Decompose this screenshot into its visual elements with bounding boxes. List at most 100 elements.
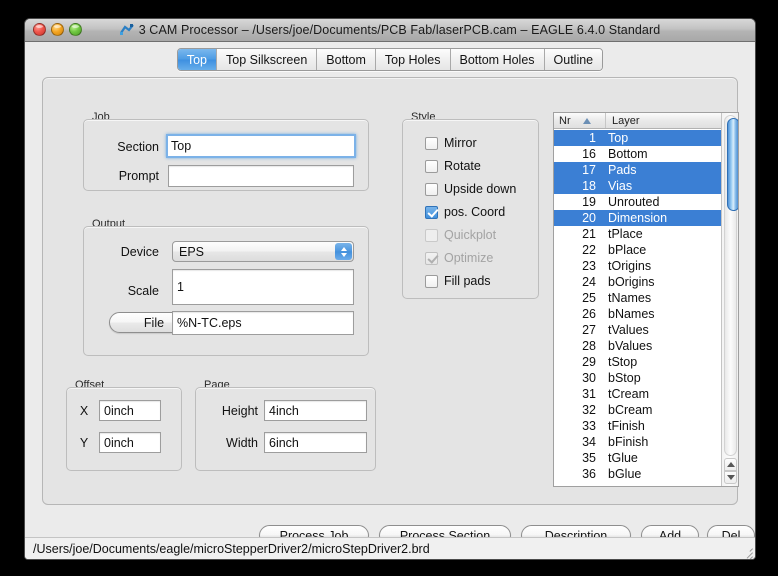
checkbox-mirror[interactable]: Mirror [425,136,477,150]
table-row[interactable]: 31 tCream [554,386,722,402]
tab-top-silkscreen[interactable]: Top Silkscreen [217,49,318,70]
tab-group: Top Top Silkscreen Bottom Top Holes Bott… [176,48,604,71]
scroll-up-button[interactable] [724,458,737,471]
tab-bottom[interactable]: Bottom [317,49,376,70]
scrollbar-thumb[interactable] [727,118,738,211]
page-group: Height 4inch Width 6inch [195,387,376,471]
layer-nr: 20 [582,211,596,225]
offset-x-input[interactable]: 0inch [99,400,161,421]
checkbox-fill-pads-box [425,274,438,288]
table-row[interactable]: 20 Dimension [554,210,722,226]
layer-name: Bottom [608,147,648,161]
resize-grip[interactable] [740,544,753,559]
checkbox-rotate[interactable]: Rotate [425,159,481,173]
tab-top[interactable]: Top [177,49,217,70]
table-row[interactable]: 32 bCream [554,402,722,418]
chevron-down-icon [726,475,735,480]
layer-list-scrollbar[interactable] [721,113,738,486]
checkbox-fill-pads[interactable]: Fill pads [425,274,491,288]
layer-name: tOrigins [608,259,652,273]
table-row[interactable]: 26 bNames [554,306,722,322]
title-bar: 3 CAM Processor – /Users/joe/Documents/P… [25,19,755,42]
table-row[interactable]: 27 tValues [554,322,722,338]
table-row[interactable]: 36 bGlue [554,466,722,482]
checkbox-mirror-label: Mirror [444,136,477,150]
table-row[interactable]: 35 tGlue [554,450,722,466]
layer-list-header-nr-label: Nr [559,114,571,127]
chevron-updown-icon [335,243,352,260]
table-row[interactable]: 19 Unrouted [554,194,722,210]
table-row[interactable]: 21 tPlace [554,226,722,242]
layer-nr: 16 [582,147,596,161]
layer-nr: 34 [582,435,596,449]
layer-nr: 26 [582,307,596,321]
checkbox-rotate-box [425,159,438,173]
checkbox-pos-coord[interactable]: pos. Coord [425,205,505,219]
layer-name: bNames [608,307,655,321]
tab-top-holes[interactable]: Top Holes [375,49,451,70]
device-label: Device [120,245,159,259]
offset-y-input[interactable]: 0inch [99,432,161,453]
layer-name: tCream [608,387,649,401]
layer-nr: 27 [582,323,596,337]
layer-nr: 28 [582,339,596,353]
layer-list-header-layer-label: Layer [612,114,640,127]
tab-outline[interactable]: Outline [544,49,603,70]
layer-nr: 17 [582,163,596,177]
section-input[interactable]: Top [166,134,356,158]
layer-nr: 1 [589,131,596,145]
sort-ascending-icon [582,117,591,124]
prompt-input[interactable] [168,165,354,187]
table-row[interactable]: 18 Vias [554,178,722,194]
table-row[interactable]: 1 Top [554,130,722,146]
close-button[interactable] [33,23,46,36]
tab-bottom-holes[interactable]: Bottom Holes [450,49,545,70]
checkbox-optimize-box [425,251,438,265]
checkbox-upside-down[interactable]: Upside down [425,182,516,196]
layer-name: tGlue [608,451,638,465]
checkbox-optimize: Optimize [425,251,493,265]
table-row[interactable]: 22 bPlace [554,242,722,258]
device-select[interactable]: EPS [172,241,354,262]
layer-list[interactable]: Nr Layer 1 Top 16 Bottom 17 Pads 18 Vias 19 U… [553,112,739,487]
cam-processor-window: 3 CAM Processor – /Users/joe/Documents/P… [24,18,756,560]
layer-nr: 32 [582,403,596,417]
layer-nr: 25 [582,291,596,305]
table-row[interactable]: 34 bFinish [554,434,722,450]
table-row[interactable]: 17 Pads [554,162,722,178]
layer-nr: 24 [582,275,596,289]
zoom-button[interactable] [69,23,82,36]
minimize-button[interactable] [51,23,64,36]
scale-input[interactable]: 1 [172,269,354,305]
checkbox-rotate-label: Rotate [444,159,481,173]
table-row[interactable]: 16 Bottom [554,146,722,162]
layer-list-header-layer[interactable]: Layer [606,113,738,128]
checkbox-quickplot-box [425,228,438,242]
table-row[interactable]: 28 bValues [554,338,722,354]
page-width-input[interactable]: 6inch [264,432,367,453]
table-row[interactable]: 24 bOrigins [554,274,722,290]
table-row[interactable]: 30 bStop [554,370,722,386]
chevron-up-icon [726,462,735,467]
layer-list-header: Nr Layer [554,113,738,129]
job-group: Section Top Prompt [83,119,369,191]
layer-list-header-nr[interactable]: Nr [554,113,606,128]
layer-name: Dimension [608,211,668,225]
checkbox-upside-down-label: Upside down [444,182,517,196]
table-row[interactable]: 33 tFinish [554,418,722,434]
scroll-down-button[interactable] [724,471,737,484]
layer-name: bCream [608,403,653,417]
table-row[interactable]: 29 tStop [554,354,722,370]
title-wrapper: 3 CAM Processor – /Users/joe/Documents/P… [25,23,755,37]
table-row[interactable]: 25 tNames [554,290,722,306]
page-height-input[interactable]: 4inch [264,400,367,421]
checkbox-upside-down-box [425,182,438,196]
scale-label: Scale [127,284,159,298]
layer-name: Top [608,131,629,145]
checkbox-quickplot-label: Quickplot [444,228,497,242]
layer-nr: 21 [582,227,596,241]
file-input[interactable]: %N-TC.eps [172,311,354,335]
layer-nr: 35 [582,451,596,465]
scrollbar-track[interactable] [724,115,738,456]
table-row[interactable]: 23 tOrigins [554,258,722,274]
